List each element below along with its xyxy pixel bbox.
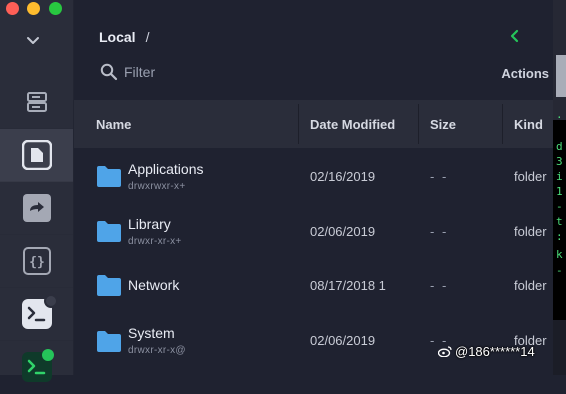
terminal-glyph: 1 xyxy=(556,185,563,198)
table-row[interactable]: System drwxr-xr-x@ 02/06/2019 - - folder xyxy=(74,313,553,368)
filter-placeholder[interactable]: Filter xyxy=(124,64,155,80)
sidebar-item-snippets[interactable]: {} xyxy=(0,235,73,288)
file-name: System xyxy=(128,325,175,341)
session-badge xyxy=(44,294,58,308)
chevron-down-icon[interactable] xyxy=(26,35,40,47)
terminal-glyph: 3 xyxy=(556,155,563,168)
file-date: 02/16/2019 xyxy=(310,169,376,184)
file-date: 02/06/2019 xyxy=(310,224,376,239)
breadcrumb-separator: / xyxy=(145,29,150,45)
port-forwarding-icon xyxy=(22,194,51,222)
folder-icon xyxy=(97,166,121,187)
terminal-glyph: t xyxy=(556,215,563,228)
filter-field[interactable]: Filter xyxy=(100,63,155,81)
file-date: 08/17/2018 1 xyxy=(310,278,386,293)
file-permissions: drwxr-xr-x+ xyxy=(128,236,182,247)
search-icon xyxy=(100,63,118,81)
terminal-glyph: : xyxy=(556,230,563,243)
terminal-glyph: . xyxy=(556,108,563,121)
sidebar: {} xyxy=(0,0,74,394)
zoom-window-button[interactable] xyxy=(49,2,62,15)
file-name: Applications xyxy=(128,161,204,177)
file-browser-pane: Local / Filter Actions Name Date Modified… xyxy=(74,0,553,375)
adjacent-window-scrollbar[interactable] xyxy=(556,55,566,97)
file-name: Library xyxy=(128,216,171,232)
table-row[interactable]: Network 08/17/2018 1 - - folder xyxy=(74,258,553,313)
file-permissions: drwxr-xr-x@ xyxy=(128,345,186,356)
file-name: Network xyxy=(128,277,180,293)
column-header-name[interactable]: Name xyxy=(96,100,131,148)
active-session-badge xyxy=(42,349,54,361)
table-header: Name Date Modified Size Kind xyxy=(74,100,553,148)
folder-icon xyxy=(97,331,121,352)
breadcrumb-location[interactable]: Local xyxy=(99,29,136,45)
file-kind: folder xyxy=(514,224,547,239)
folder-icon xyxy=(97,275,121,296)
terminal-glyph: - xyxy=(556,200,563,213)
file-date: 02/06/2019 xyxy=(310,333,376,348)
table-row[interactable]: Applications drwxrwxr-x+ 02/16/2019 - - … xyxy=(74,148,553,203)
file-size: - - xyxy=(430,224,449,239)
folder-icon xyxy=(97,221,121,242)
file-size: - - xyxy=(430,169,449,184)
svg-text:{}: {} xyxy=(29,255,45,270)
file-kind: folder xyxy=(514,169,547,184)
breadcrumb[interactable]: Local / xyxy=(99,29,149,45)
terminal-glyph: k xyxy=(556,248,563,261)
terminal-glyph: i xyxy=(556,170,563,183)
sidebar-item-terminal-1[interactable] xyxy=(0,288,73,341)
sftp-icon xyxy=(21,140,52,170)
sidebar-item-terminal-2[interactable] xyxy=(0,341,73,394)
minimize-window-button[interactable] xyxy=(27,2,40,15)
file-kind: folder xyxy=(514,278,547,293)
close-window-button[interactable] xyxy=(6,2,19,15)
file-permissions: drwxrwxr-x+ xyxy=(128,181,186,192)
sidebar-item-sftp[interactable] xyxy=(0,129,73,182)
terminal-glyph: - xyxy=(556,264,563,277)
column-divider[interactable] xyxy=(502,104,503,144)
actions-button[interactable]: Actions xyxy=(501,66,549,81)
sidebar-item-hosts[interactable] xyxy=(0,76,73,129)
snippets-icon: {} xyxy=(22,247,51,275)
sidebar-item-port-forwarding[interactable] xyxy=(0,182,73,235)
column-header-size[interactable]: Size xyxy=(430,100,456,148)
table-row[interactable]: Library drwxr-xr-x+ 02/06/2019 - - folde… xyxy=(74,203,553,258)
column-header-date-modified[interactable]: Date Modified xyxy=(310,100,395,148)
weibo-logo-icon xyxy=(437,345,452,358)
back-arrow-icon[interactable] xyxy=(507,28,521,44)
column-header-kind[interactable]: Kind xyxy=(514,100,543,148)
column-divider[interactable] xyxy=(298,104,299,144)
terminal-glyph: d xyxy=(556,140,563,153)
column-divider[interactable] xyxy=(418,104,419,144)
watermark: @186******14 xyxy=(437,344,535,359)
file-size: - - xyxy=(430,278,449,293)
window-controls xyxy=(0,2,73,18)
watermark-text: @186******14 xyxy=(455,344,535,359)
server-icon xyxy=(26,92,47,112)
